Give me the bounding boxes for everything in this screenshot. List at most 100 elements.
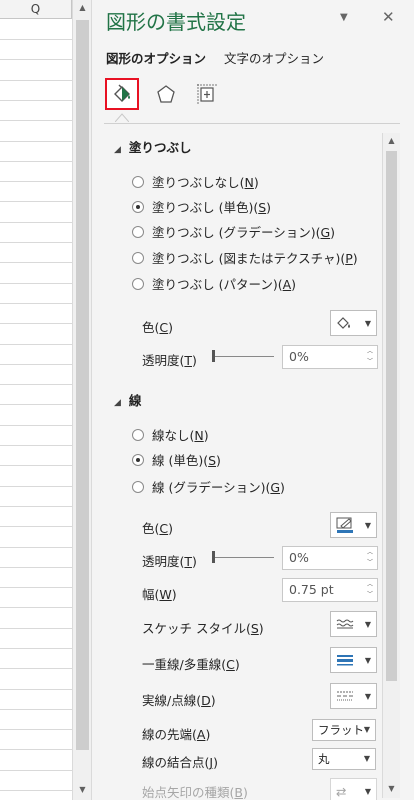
line-option-gradient[interactable]: 線 (グラデーション)(G) — [132, 477, 285, 496]
chevron-down-icon[interactable]: ▼ — [340, 12, 348, 23]
collapse-triangle-icon: ◢ — [114, 145, 121, 155]
pane-vertical-scrollbar[interactable]: ▲ ▼ — [382, 133, 400, 798]
scroll-down-arrow-icon[interactable]: ▼ — [73, 782, 92, 798]
scroll-up-arrow-icon[interactable]: ▲ — [73, 0, 92, 16]
slider-knob[interactable] — [212, 350, 215, 362]
sketch-style-dropdown[interactable]: ▼ — [330, 611, 377, 637]
grid-row-line — [0, 607, 72, 608]
fill-option-solid[interactable]: 塗りつぶし (単色)(S) — [132, 197, 271, 216]
option-label: 塗りつぶしなし(N) — [152, 175, 259, 190]
line-heading: 線 — [128, 393, 142, 408]
radio-button[interactable] — [132, 480, 144, 493]
begin-arrow-type-dropdown[interactable]: ⇄ ▼ — [330, 778, 377, 800]
line-option-none[interactable]: 線なし(N) — [132, 425, 209, 444]
scroll-thumb[interactable] — [386, 151, 397, 681]
option-label: 塗りつぶし (グラデーション)(G) — [152, 225, 336, 240]
fill-line-tab[interactable] — [105, 78, 139, 110]
effects-icon — [157, 85, 175, 103]
option-label: 線 (単色)(S) — [152, 453, 221, 468]
spinner-value: 0.75 pt — [289, 582, 334, 597]
grid-row-line — [0, 161, 72, 162]
grid-row-line — [0, 770, 72, 771]
radio-button[interactable] — [132, 277, 144, 290]
effects-tab[interactable] — [149, 78, 183, 110]
line-option-solid[interactable]: 線 (単色)(S) — [132, 450, 221, 469]
spin-arrows-icon[interactable]: ︿ ﹀ — [365, 548, 375, 568]
grid-row-line — [0, 303, 72, 304]
grid-row-line — [0, 425, 72, 426]
fill-line-icon — [114, 84, 130, 102]
dash-type-label: 実線/点線(D) — [142, 693, 216, 708]
paint-bucket-icon — [337, 317, 350, 329]
fill-transparency-slider[interactable] — [212, 350, 274, 362]
grid-row-line — [0, 262, 72, 263]
begin-arrow-type-label: 始点矢印の種類(B) — [142, 785, 248, 800]
grid-row-line — [0, 709, 72, 710]
slider-track — [214, 557, 274, 558]
radio-button-selected[interactable] — [132, 453, 144, 466]
spreadsheet-area: Q ▲ ▼ — [0, 0, 92, 800]
line-width-spinner[interactable]: 0.75 pt ︿ ﹀ — [282, 578, 378, 602]
grid-row-line — [0, 201, 72, 202]
chevron-down-icon: ▼ — [363, 725, 370, 734]
line-transparency-label: 透明度(T) — [142, 554, 197, 569]
scroll-down-arrow-icon[interactable]: ▼ — [383, 781, 400, 797]
chevron-down-icon: ▼ — [363, 754, 370, 763]
tab-shape-options[interactable]: 図形のオプション — [106, 48, 206, 67]
radio-button[interactable] — [132, 428, 144, 441]
dash-type-dropdown[interactable]: ▼ — [330, 683, 377, 709]
grid-row-line — [0, 181, 72, 182]
close-icon[interactable]: ✕ — [382, 8, 395, 26]
scroll-thumb[interactable] — [76, 20, 89, 750]
size-properties-tab[interactable] — [190, 78, 224, 110]
radio-button-selected[interactable] — [132, 200, 144, 213]
join-type-select[interactable]: 丸 ▼ — [312, 748, 376, 770]
fill-transparency-spinner[interactable]: 0% ︿ ﹀ — [282, 345, 378, 369]
cap-type-label: 線の先端(A) — [142, 727, 211, 742]
radio-button[interactable] — [132, 251, 144, 264]
grid-row-line — [0, 59, 72, 60]
spinner-value: 0% — [289, 349, 309, 364]
fill-section-header[interactable]: ◢ 塗りつぶし — [114, 137, 192, 156]
grid-row-line — [0, 465, 72, 466]
fill-option-picture[interactable]: 塗りつぶし (図またはテクスチャ)(P) — [132, 248, 358, 267]
spin-arrows-icon[interactable]: ︿ ﹀ — [365, 580, 375, 600]
cap-type-select[interactable]: フラット ▼ — [312, 719, 376, 741]
fill-option-none[interactable]: 塗りつぶしなし(N) — [132, 172, 259, 191]
line-transparency-slider[interactable] — [212, 551, 274, 563]
sheet-vertical-scrollbar[interactable]: ▲ ▼ — [72, 0, 92, 800]
chevron-down-icon: ▼ — [364, 318, 371, 328]
compound-type-label: 一重線/多重線(C) — [142, 657, 240, 672]
fill-option-pattern[interactable]: 塗りつぶし (パターン)(A) — [132, 274, 296, 293]
line-color-label: 色(C) — [142, 521, 174, 536]
spin-arrows-icon[interactable]: ︿ ﹀ — [365, 347, 375, 367]
fill-option-gradient[interactable]: 塗りつぶし (グラデーション)(G) — [132, 222, 335, 241]
grid-row-line — [0, 668, 72, 669]
chevron-down-icon: ▼ — [364, 655, 371, 665]
selected-value: フラット — [318, 723, 364, 737]
line-transparency-spinner[interactable]: 0% ︿ ﹀ — [282, 546, 378, 570]
fill-color-dropdown[interactable]: ▼ — [330, 310, 377, 336]
grid-row-line — [0, 364, 72, 365]
column-header-q[interactable]: Q — [0, 0, 72, 19]
scroll-up-arrow-icon[interactable]: ▲ — [383, 133, 400, 149]
fill-heading: 塗りつぶし — [128, 140, 192, 155]
grid-row-line — [0, 749, 72, 750]
slider-knob[interactable] — [212, 551, 215, 563]
line-section-header[interactable]: ◢ 線 — [114, 390, 141, 409]
option-label: 線なし(N) — [152, 428, 209, 443]
fill-transparency-label: 透明度(T) — [142, 353, 197, 368]
radio-button[interactable] — [132, 175, 144, 188]
selected-value: 丸 — [318, 752, 330, 766]
grid-row-line — [0, 729, 72, 730]
grid-row-line — [0, 648, 72, 649]
grid-row-line — [0, 242, 72, 243]
compound-type-dropdown[interactable]: ▼ — [330, 647, 377, 673]
fill-color-label: 色(C) — [142, 320, 174, 335]
line-color-dropdown[interactable]: ▼ — [330, 512, 377, 538]
radio-button[interactable] — [132, 225, 144, 238]
chevron-down-icon: ▼ — [364, 619, 371, 629]
collapse-triangle-icon: ◢ — [114, 398, 121, 408]
grid-row-line — [0, 689, 72, 690]
tab-text-options[interactable]: 文字のオプション — [224, 48, 324, 67]
